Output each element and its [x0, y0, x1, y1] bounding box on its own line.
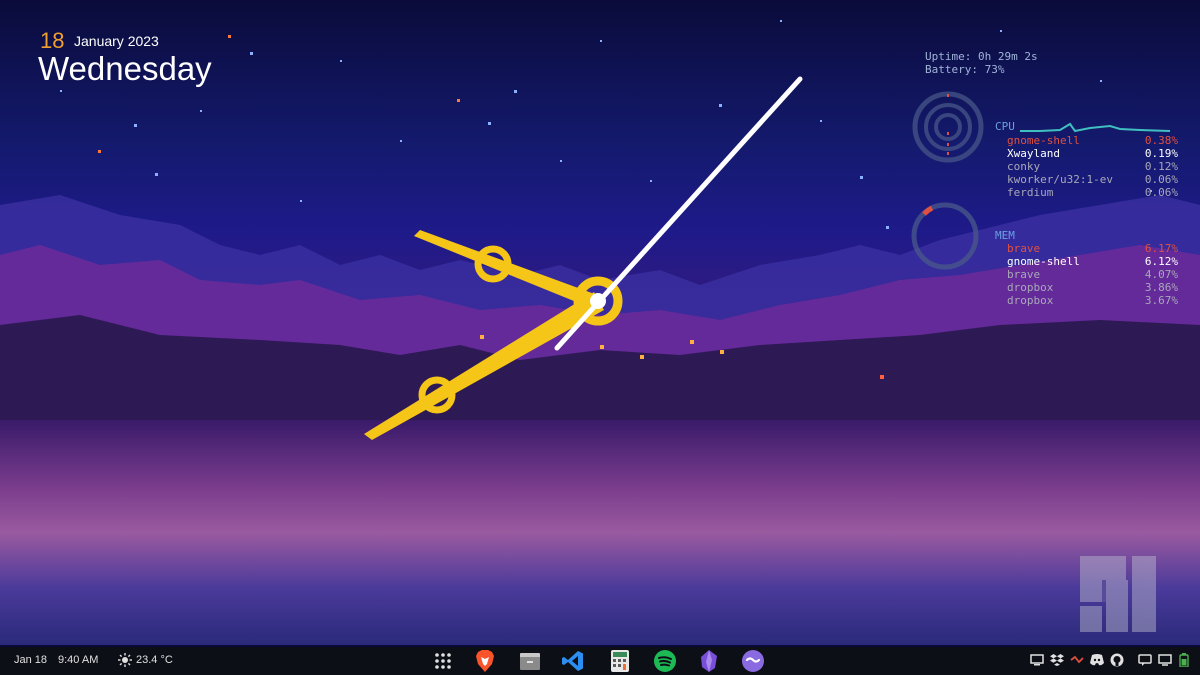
screen-share-icon[interactable]: [1030, 653, 1044, 667]
display-icon[interactable]: [1158, 653, 1172, 667]
mem-label: MEM: [995, 229, 1015, 242]
battery-text: Battery: 73%: [925, 63, 1005, 76]
app-grid-icon[interactable]: [431, 649, 455, 673]
network-icon[interactable]: [1070, 653, 1084, 667]
taskbar-date[interactable]: Jan 18: [14, 654, 47, 666]
files-icon[interactable]: [518, 649, 542, 673]
cpu-process-row: ferdium 0.06%: [1007, 186, 1178, 199]
battery-icon[interactable]: [1177, 653, 1191, 667]
discord-icon[interactable]: [1090, 653, 1104, 667]
chat-icon[interactable]: [1138, 653, 1152, 667]
taskbar-weather[interactable]: 23.4 °C: [136, 654, 173, 666]
mem-process-row: brave 6.17%: [1007, 242, 1178, 255]
taskbar: [0, 647, 1200, 675]
github-icon[interactable]: [1110, 653, 1124, 667]
cpu-process-row: Xwayland 0.19%: [1007, 147, 1178, 160]
mem-process-row: dropbox 3.67%: [1007, 294, 1178, 307]
mem-ring: [911, 202, 979, 270]
distro-logo-icon: [1080, 556, 1156, 632]
cpu-process-row: gnome-shell 0.38%: [1007, 134, 1178, 147]
sysinfo-panel: Uptime: 0h 29m 2s Battery: 73%: [925, 50, 1038, 76]
dropbox-icon[interactable]: [1050, 653, 1064, 667]
cpu-process-list: gnome-shell 0.38% Xwayland 0.19% conky 0.12…: [1007, 134, 1178, 199]
mem-process-row: gnome-shell 6.12%: [1007, 255, 1178, 268]
cpu-process-row: kworker/u32:1-ev 0.06%: [1007, 173, 1178, 186]
spotify-icon[interactable]: [653, 649, 677, 673]
uptime-text: Uptime: 0h 29m 2s: [925, 50, 1038, 63]
mem-process-list: brave 6.17% gnome-shell 6.12% brave 4.07% d…: [1007, 242, 1178, 307]
mem-process-row: dropbox 3.86%: [1007, 281, 1178, 294]
cpu-process-row: conky 0.12%: [1007, 160, 1178, 173]
taskbar-time[interactable]: 9:40 AM: [58, 654, 98, 666]
system-gauges: [911, 91, 1171, 270]
cpu-label: CPU: [995, 120, 1015, 133]
mem-process-row: brave 4.07%: [1007, 268, 1178, 281]
vscode-icon[interactable]: [561, 649, 585, 673]
calculator-icon[interactable]: [608, 649, 632, 673]
brave-icon[interactable]: [473, 649, 497, 673]
obsidian-icon[interactable]: [697, 649, 721, 673]
sun-icon: [118, 652, 132, 667]
ferdium-icon[interactable]: [741, 649, 765, 673]
